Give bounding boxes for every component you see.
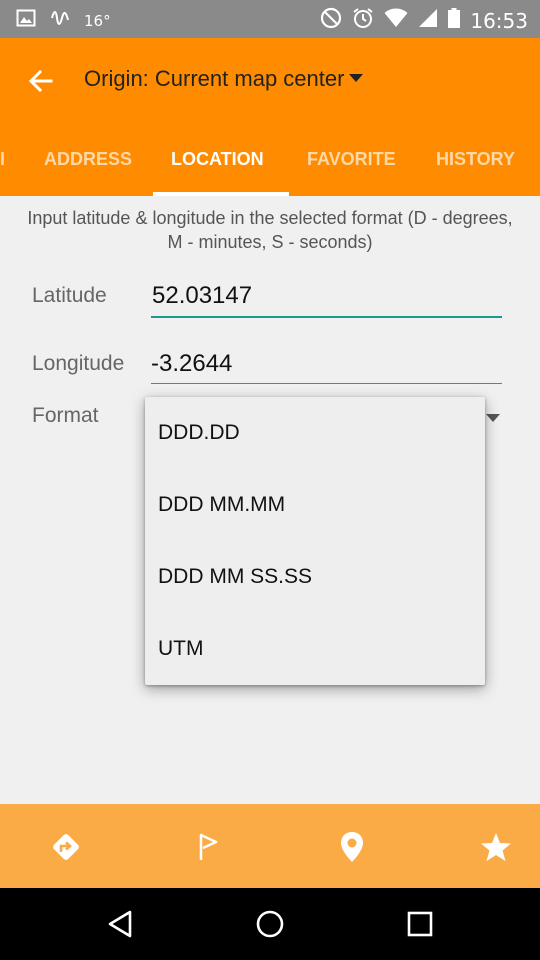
toolbar-title: Origin: Current map center (84, 66, 345, 91)
format-dropdown-menu: DDD.DD DDD MM.MM DDD MM SS.SS UTM (145, 397, 485, 685)
longitude-input[interactable]: -3.2644 (151, 350, 232, 378)
activity-icon (50, 8, 70, 33)
alarm-icon (352, 7, 374, 34)
format-option-ddd-dd[interactable]: DDD.DD (145, 397, 485, 469)
format-option-ddd-mm-mm[interactable]: DDD MM.MM (145, 469, 485, 541)
signal-icon (418, 8, 438, 33)
latitude-label: Latitude (32, 284, 107, 307)
directions-icon[interactable] (49, 830, 83, 864)
system-navigation-bar (0, 888, 540, 960)
wifi-icon (384, 8, 408, 33)
temperature-text: 16° (84, 11, 111, 30)
image-icon (16, 8, 36, 33)
tab-address[interactable]: ADDRESS (44, 122, 132, 196)
caret-down-icon (348, 70, 364, 88)
latitude-underline (151, 316, 502, 318)
format-option-ddd-mm-ss-ss[interactable]: DDD MM SS.SS (145, 541, 485, 613)
flag-icon[interactable] (192, 830, 226, 864)
do-not-disturb-icon (320, 7, 342, 34)
battery-icon (448, 8, 461, 33)
tab-poi[interactable]: I (0, 122, 5, 196)
recents-square-icon[interactable] (404, 908, 436, 940)
app-toolbar: Origin: Current map center (0, 38, 540, 122)
format-hint: Input latitude & longitude in the select… (27, 208, 513, 252)
tab-history[interactable]: HISTORY (436, 122, 515, 196)
arrow-back-icon[interactable] (26, 66, 56, 96)
format-label: Format (32, 404, 99, 427)
star-icon[interactable] (479, 830, 513, 864)
dropdown-arrow-icon[interactable] (486, 410, 500, 428)
tab-location[interactable]: LOCATION (171, 122, 264, 196)
home-circle-icon[interactable] (254, 908, 286, 940)
back-triangle-icon[interactable] (104, 908, 136, 940)
clock-text: 16:53 (470, 8, 528, 33)
format-option-utm[interactable]: UTM (145, 613, 485, 685)
tab-bar: I ADDRESS LOCATION FAVORITE HISTORY (0, 122, 540, 196)
longitude-underline (151, 383, 502, 384)
place-icon[interactable] (335, 830, 369, 864)
longitude-label: Longitude (32, 352, 125, 375)
status-bar: 16° 16:53 (0, 0, 540, 38)
latitude-input[interactable]: 52.03147 (152, 282, 252, 310)
tab-favorite[interactable]: FAVORITE (307, 122, 396, 196)
origin-selector[interactable]: Origin: Current map center (84, 66, 364, 92)
bottom-action-bar (0, 804, 540, 888)
